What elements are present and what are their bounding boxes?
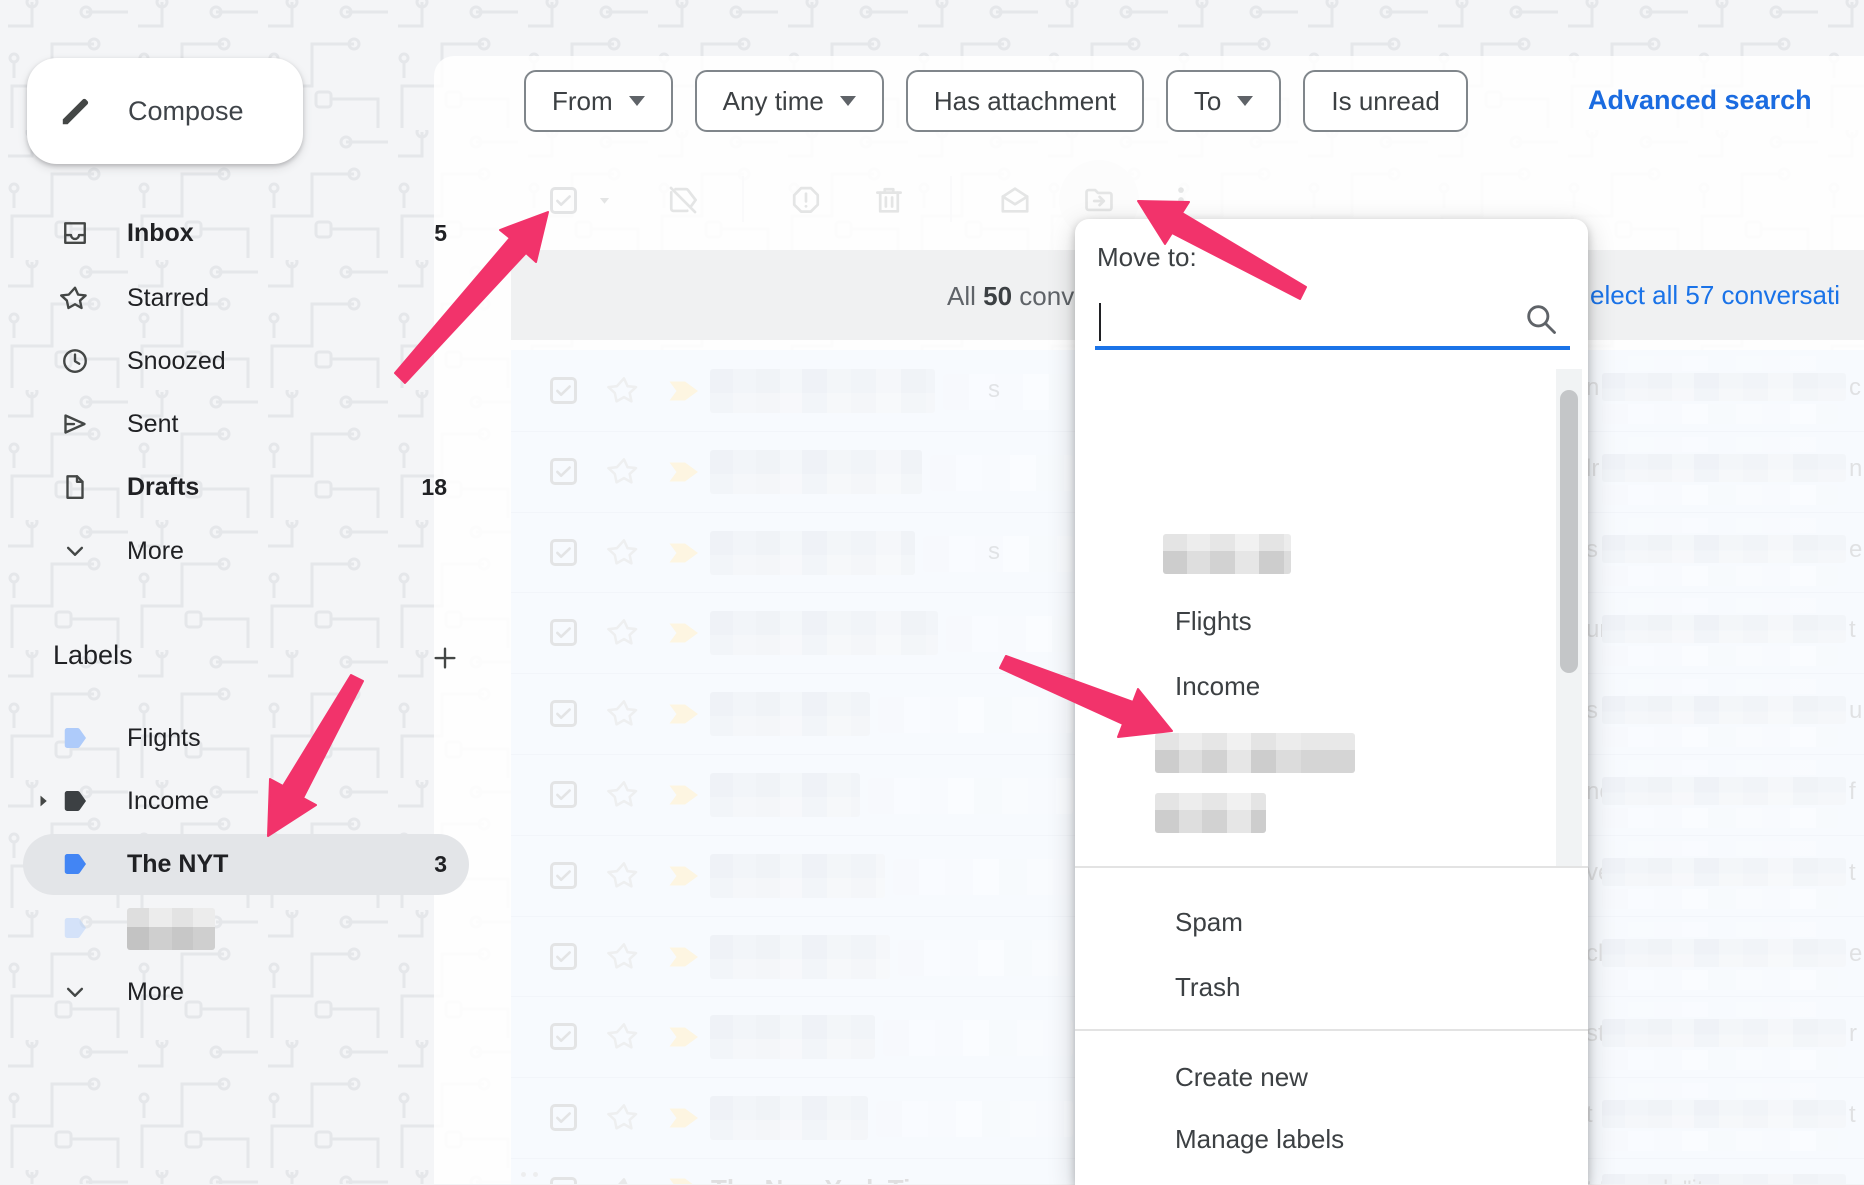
sidebar-item-label: Starred <box>127 284 209 313</box>
sidebar-label-the-nyt[interactable]: The NYT 3 <box>0 834 470 894</box>
label-count: 3 <box>395 851 447 878</box>
menu-item-flights[interactable]: Flights <box>1175 606 1252 637</box>
chip-label: From <box>552 86 613 117</box>
sidebar-label-redacted[interactable] <box>0 898 470 958</box>
filter-chip-has-attachment[interactable]: Has attachment <box>906 70 1144 132</box>
menu-item-redacted[interactable] <box>1163 534 1291 574</box>
menu-scrollbar-thumb[interactable] <box>1560 390 1578 673</box>
sidebar-item-label: Drafts <box>127 473 199 502</box>
menu-item-trash[interactable]: Trash <box>1175 972 1241 1003</box>
label-tag-icon <box>60 849 90 879</box>
chip-label: Is unread <box>1331 86 1439 117</box>
clock-icon <box>60 346 90 376</box>
text-cursor <box>1099 303 1101 341</box>
add-label-icon[interactable] <box>430 643 460 673</box>
sidebar-item-drafts[interactable]: Drafts 18 <box>0 457 470 517</box>
unread-count: 5 <box>395 220 447 247</box>
label-tag-icon <box>60 723 90 753</box>
selection-banner-text: All 50 conv <box>947 281 1074 312</box>
inbox-icon <box>60 218 90 248</box>
menu-item-redacted[interactable] <box>1155 733 1355 773</box>
menu-action-create-new[interactable]: Create new <box>1175 1062 1308 1093</box>
label-tag-icon <box>60 786 90 816</box>
menu-item-spam[interactable]: Spam <box>1175 907 1243 938</box>
label-name: More <box>127 978 184 1007</box>
sidebar-label-more[interactable]: More <box>0 962 470 1022</box>
compose-label: Compose <box>128 96 244 127</box>
chip-label: Any time <box>723 86 824 117</box>
sidebar-item-inbox[interactable]: Inbox 5 <box>0 203 470 263</box>
sidebar-item-label: Inbox <box>127 219 194 248</box>
redacted-label-name <box>127 908 215 950</box>
sidebar-item-label: More <box>127 537 184 566</box>
chip-label: Has attachment <box>934 86 1116 117</box>
chevron-down-icon <box>840 96 856 106</box>
pencil-icon <box>58 93 94 129</box>
sidebar-item-snoozed[interactable]: Snoozed <box>0 331 470 391</box>
filter-chip-from[interactable]: From <box>524 70 673 132</box>
move-to-search-input[interactable] <box>1097 297 1517 345</box>
expand-arrow-icon[interactable] <box>33 791 53 811</box>
sidebar: Compose Inbox5StarredSnoozedSentDrafts18… <box>0 0 434 1184</box>
advanced-search-link[interactable]: Advanced search <box>1588 85 1812 116</box>
send-icon <box>60 409 90 439</box>
chevron-down-icon <box>60 977 90 1007</box>
star-icon <box>60 283 90 313</box>
move-to-label-list: FlightsIncomeWorkWork/Work EmailSocial <box>1075 361 1588 866</box>
label-name: Flights <box>127 724 201 753</box>
sidebar-item-more[interactable]: More <box>0 521 470 581</box>
filter-chip-to[interactable]: To <box>1166 70 1281 132</box>
menu-item-income[interactable]: Income <box>1175 671 1260 702</box>
move-to-title: Move to: <box>1097 242 1197 273</box>
sidebar-item-starred[interactable]: Starred <box>0 268 470 328</box>
sidebar-label-flights[interactable]: Flights <box>0 708 470 768</box>
labels-heading: Labels <box>53 640 133 671</box>
chevron-down-icon <box>629 96 645 106</box>
search-icon <box>1523 301 1559 337</box>
label-name: Income <box>127 787 209 816</box>
menu-item-redacted[interactable] <box>1155 793 1266 833</box>
menu-divider <box>1075 866 1588 868</box>
sidebar-label-income[interactable]: Income <box>0 771 470 831</box>
compose-button[interactable]: Compose <box>27 58 303 164</box>
filter-chip-any-time[interactable]: Any time <box>695 70 884 132</box>
sidebar-item-label: Sent <box>127 410 178 439</box>
search-chip-row: From Any time Has attachment To Is unread <box>524 70 1468 132</box>
label-tag-icon <box>60 913 90 943</box>
sidebar-item-label: Snoozed <box>127 347 226 376</box>
filter-chip-is-unread[interactable]: Is unread <box>1303 70 1467 132</box>
chevron-down-icon <box>60 536 90 566</box>
draft-icon <box>60 472 90 502</box>
menu-action-manage-labels[interactable]: Manage labels <box>1175 1124 1344 1155</box>
sidebar-item-sent[interactable]: Sent <box>0 394 470 454</box>
menu-divider <box>1075 1029 1588 1031</box>
chip-label: To <box>1194 86 1221 117</box>
input-focus-underline <box>1095 346 1570 350</box>
select-all-conversations-link[interactable]: elect all 57 conversati <box>1590 280 1840 311</box>
label-name: The NYT <box>127 850 228 879</box>
move-to-menu: Move to: FlightsIncomeWorkWork/Work Emai… <box>1075 219 1588 1185</box>
chevron-down-icon <box>1237 96 1253 106</box>
unread-count: 18 <box>395 474 447 501</box>
